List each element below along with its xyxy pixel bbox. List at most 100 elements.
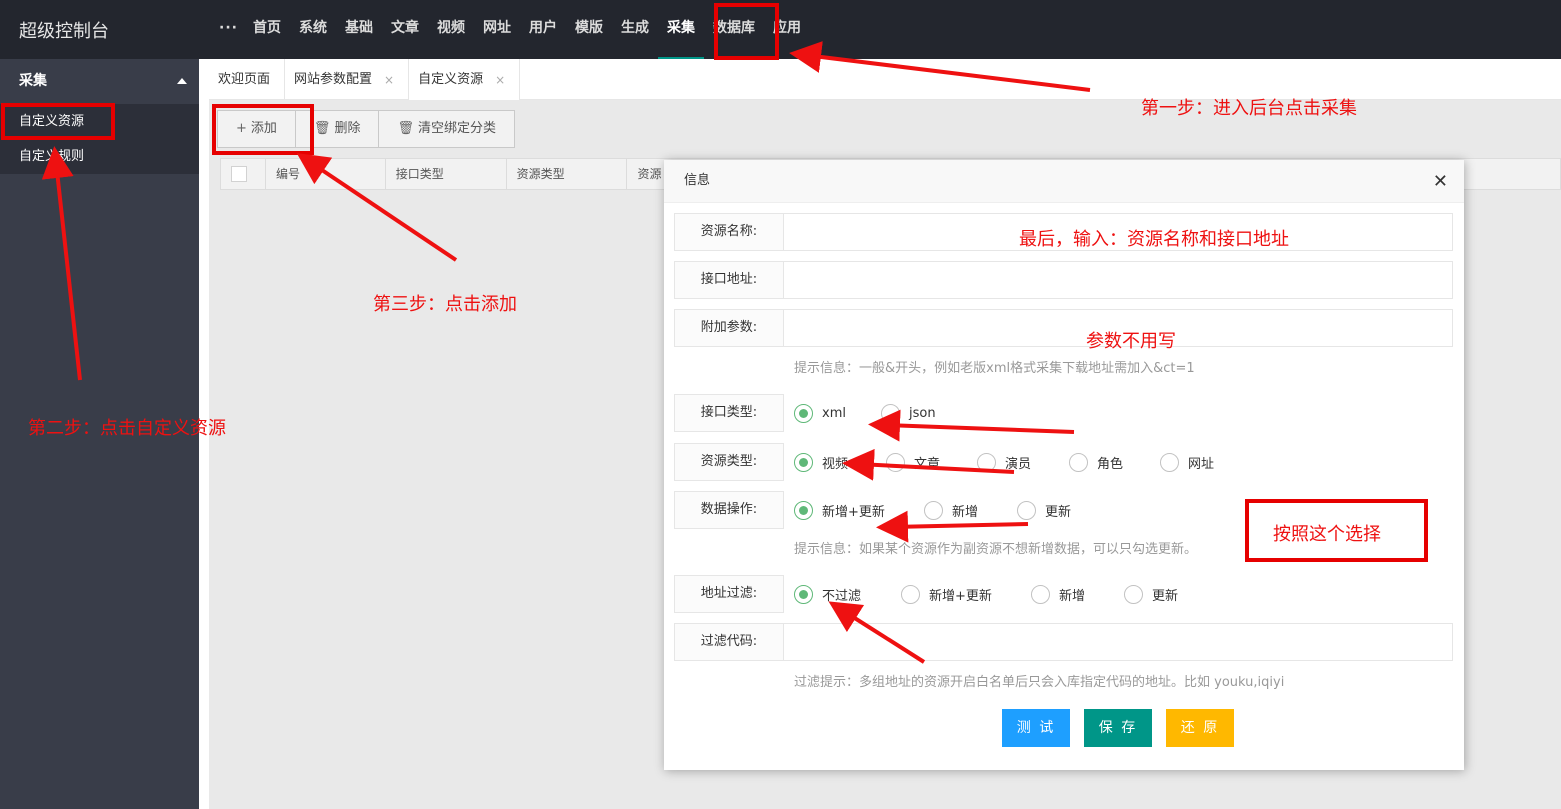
- tab-bar: 欢迎页面 网站参数配置 × 自定义资源 ×: [209, 59, 1561, 100]
- radio-label: 更新: [1152, 588, 1179, 604]
- url-filter-radio-group: 不过滤 新增+更新 新增 更新: [794, 575, 1178, 613]
- radio-label: 更新: [1045, 504, 1072, 520]
- radio-api-xml[interactable]: xml: [794, 403, 881, 423]
- close-icon[interactable]: ×: [384, 60, 394, 100]
- annotation-no-param: 参数不用写: [1086, 331, 1176, 352]
- resource-type-radio-group: 视频 文章 演员 角色 网址: [794, 443, 1214, 481]
- annotation-step3: 第三步：点击添加: [373, 294, 517, 315]
- tab-custom-resource[interactable]: 自定义资源 ×: [409, 59, 521, 100]
- radio-checked-icon: [794, 403, 813, 423]
- api-type-radio-group: xml json: [794, 394, 936, 432]
- tab-label: 欢迎页面: [218, 71, 271, 87]
- field-label: 数据操作:: [674, 491, 784, 529]
- nav-item-generate[interactable]: 生成: [612, 0, 658, 59]
- radio-filter-none[interactable]: 不过滤: [794, 584, 901, 604]
- column-header-api-type[interactable]: 接口类型: [386, 159, 507, 189]
- nav-item-user[interactable]: 用户: [520, 0, 566, 59]
- tab-welcome[interactable]: 欢迎页面: [209, 59, 286, 100]
- radio-unchecked-icon: [1160, 452, 1179, 472]
- sidebar-section-label: 采集: [19, 73, 47, 89]
- radio-op-add-update[interactable]: 新增+更新: [794, 500, 924, 520]
- radio-label: xml: [822, 405, 846, 421]
- radio-unchecked-icon: [901, 584, 920, 604]
- radio-res-video[interactable]: 视频: [794, 452, 886, 472]
- clear-binding-button-label: 清空绑定分类: [417, 121, 496, 136]
- radio-label: 网址: [1188, 456, 1215, 472]
- reset-button[interactable]: 还 原: [1166, 709, 1234, 747]
- close-icon[interactable]: ✕: [1433, 171, 1448, 192]
- column-header-resource-type[interactable]: 资源类型: [507, 159, 628, 189]
- app-title: 超级控制台: [19, 21, 109, 42]
- field-label: 资源名称:: [674, 213, 784, 251]
- radio-label: 新增+更新: [822, 504, 885, 520]
- select-all-cell: [221, 159, 266, 189]
- annotation-step2: 第二步：点击自定义资源: [28, 418, 226, 439]
- nav-more-button[interactable]: ···: [215, 0, 244, 59]
- nav-item-url[interactable]: 网址: [474, 0, 520, 59]
- filter-hint: 过滤提示：多组地址的资源开启白名单后只会入库指定代码的地址。比如 youku,i…: [794, 675, 1285, 690]
- radio-unchecked-icon: [924, 500, 943, 520]
- nav-item-template[interactable]: 模版: [566, 0, 612, 59]
- clear-binding-button[interactable]: 🗑 清空绑定分类: [378, 110, 515, 148]
- dialog-title: 信息: [664, 160, 1464, 203]
- data-operation-radio-group: 新增+更新 新增 更新: [794, 491, 1071, 529]
- radio-unchecked-icon: [1017, 500, 1036, 520]
- radio-filter-add-update[interactable]: 新增+更新: [901, 584, 1031, 604]
- close-icon[interactable]: ×: [495, 60, 505, 100]
- save-button[interactable]: 保 存: [1084, 709, 1152, 747]
- radio-label: 文章: [914, 456, 941, 472]
- select-all-checkbox[interactable]: [231, 166, 247, 182]
- sidebar-item-custom-rule[interactable]: 自定义规则: [0, 139, 199, 174]
- filter-code-input[interactable]: [783, 623, 1453, 661]
- nav-item-video[interactable]: 视频: [428, 0, 474, 59]
- radio-label: 新增: [952, 504, 979, 520]
- radio-unchecked-icon: [881, 403, 900, 423]
- annotation-step1: 第一步：进入后台点击采集: [1141, 98, 1357, 119]
- radio-label: 演员: [1005, 456, 1032, 472]
- radio-filter-add[interactable]: 新增: [1031, 584, 1124, 604]
- radio-label: 新增: [1059, 588, 1086, 604]
- delete-button-label: 删除: [334, 121, 361, 136]
- radio-op-update[interactable]: 更新: [1017, 500, 1072, 520]
- annotation-choose: 按照这个选择: [1273, 524, 1381, 545]
- radio-unchecked-icon: [1124, 584, 1143, 604]
- field-label: 地址过滤:: [674, 575, 784, 613]
- info-dialog: 信息 ✕ 资源名称: 接口地址: 附加参数: 提示信息：一般&开头，例如老版xm…: [664, 160, 1464, 770]
- nav-item-home[interactable]: 首页: [244, 0, 290, 59]
- radio-checked-icon: [794, 584, 813, 604]
- api-url-input[interactable]: [783, 261, 1453, 299]
- radio-unchecked-icon: [1069, 452, 1088, 472]
- highlight-box-add: [212, 104, 314, 155]
- test-button[interactable]: 测 试: [1002, 709, 1070, 747]
- top-header: 超级控制台 ··· 首页 系统 基础 文章 视频 网址 用户 模版 生成 采集 …: [0, 0, 1561, 59]
- radio-res-role[interactable]: 角色: [1069, 452, 1160, 472]
- radio-unchecked-icon: [977, 452, 996, 472]
- radio-checked-icon: [794, 452, 813, 472]
- radio-label: json: [909, 405, 936, 421]
- column-header-id[interactable]: 编号: [266, 159, 386, 189]
- field-label: 过滤代码:: [674, 623, 784, 661]
- nav-item-basic[interactable]: 基础: [336, 0, 382, 59]
- nav-item-system[interactable]: 系统: [290, 0, 336, 59]
- radio-res-article[interactable]: 文章: [886, 452, 977, 472]
- tab-site-config[interactable]: 网站参数配置 ×: [285, 59, 410, 100]
- radio-res-url[interactable]: 网址: [1160, 452, 1215, 472]
- trash-icon: 🗑: [313, 121, 331, 136]
- radio-api-json[interactable]: json: [881, 403, 936, 423]
- nav-item-article[interactable]: 文章: [382, 0, 428, 59]
- radio-op-add[interactable]: 新增: [924, 500, 1017, 520]
- radio-label: 新增+更新: [929, 588, 992, 604]
- field-label: 接口类型:: [674, 394, 784, 432]
- radio-checked-icon: [794, 500, 813, 520]
- nav-item-collect[interactable]: 采集: [657, 0, 704, 59]
- caret-up-icon: [177, 78, 187, 84]
- data-operation-hint: 提示信息：如果某个资源作为副资源不想新增数据，可以只勾选更新。: [794, 542, 1198, 557]
- trash-icon: 🗑: [397, 121, 414, 136]
- highlight-box-custom-resource: [1, 103, 115, 140]
- radio-filter-update[interactable]: 更新: [1124, 584, 1179, 604]
- radio-unchecked-icon: [886, 452, 905, 472]
- sidebar-section-collect[interactable]: 采集: [0, 59, 199, 104]
- highlight-box-collect: [714, 3, 779, 60]
- annotation-last: 最后，输入：资源名称和接口地址: [1019, 229, 1289, 250]
- radio-res-actor[interactable]: 演员: [977, 452, 1069, 472]
